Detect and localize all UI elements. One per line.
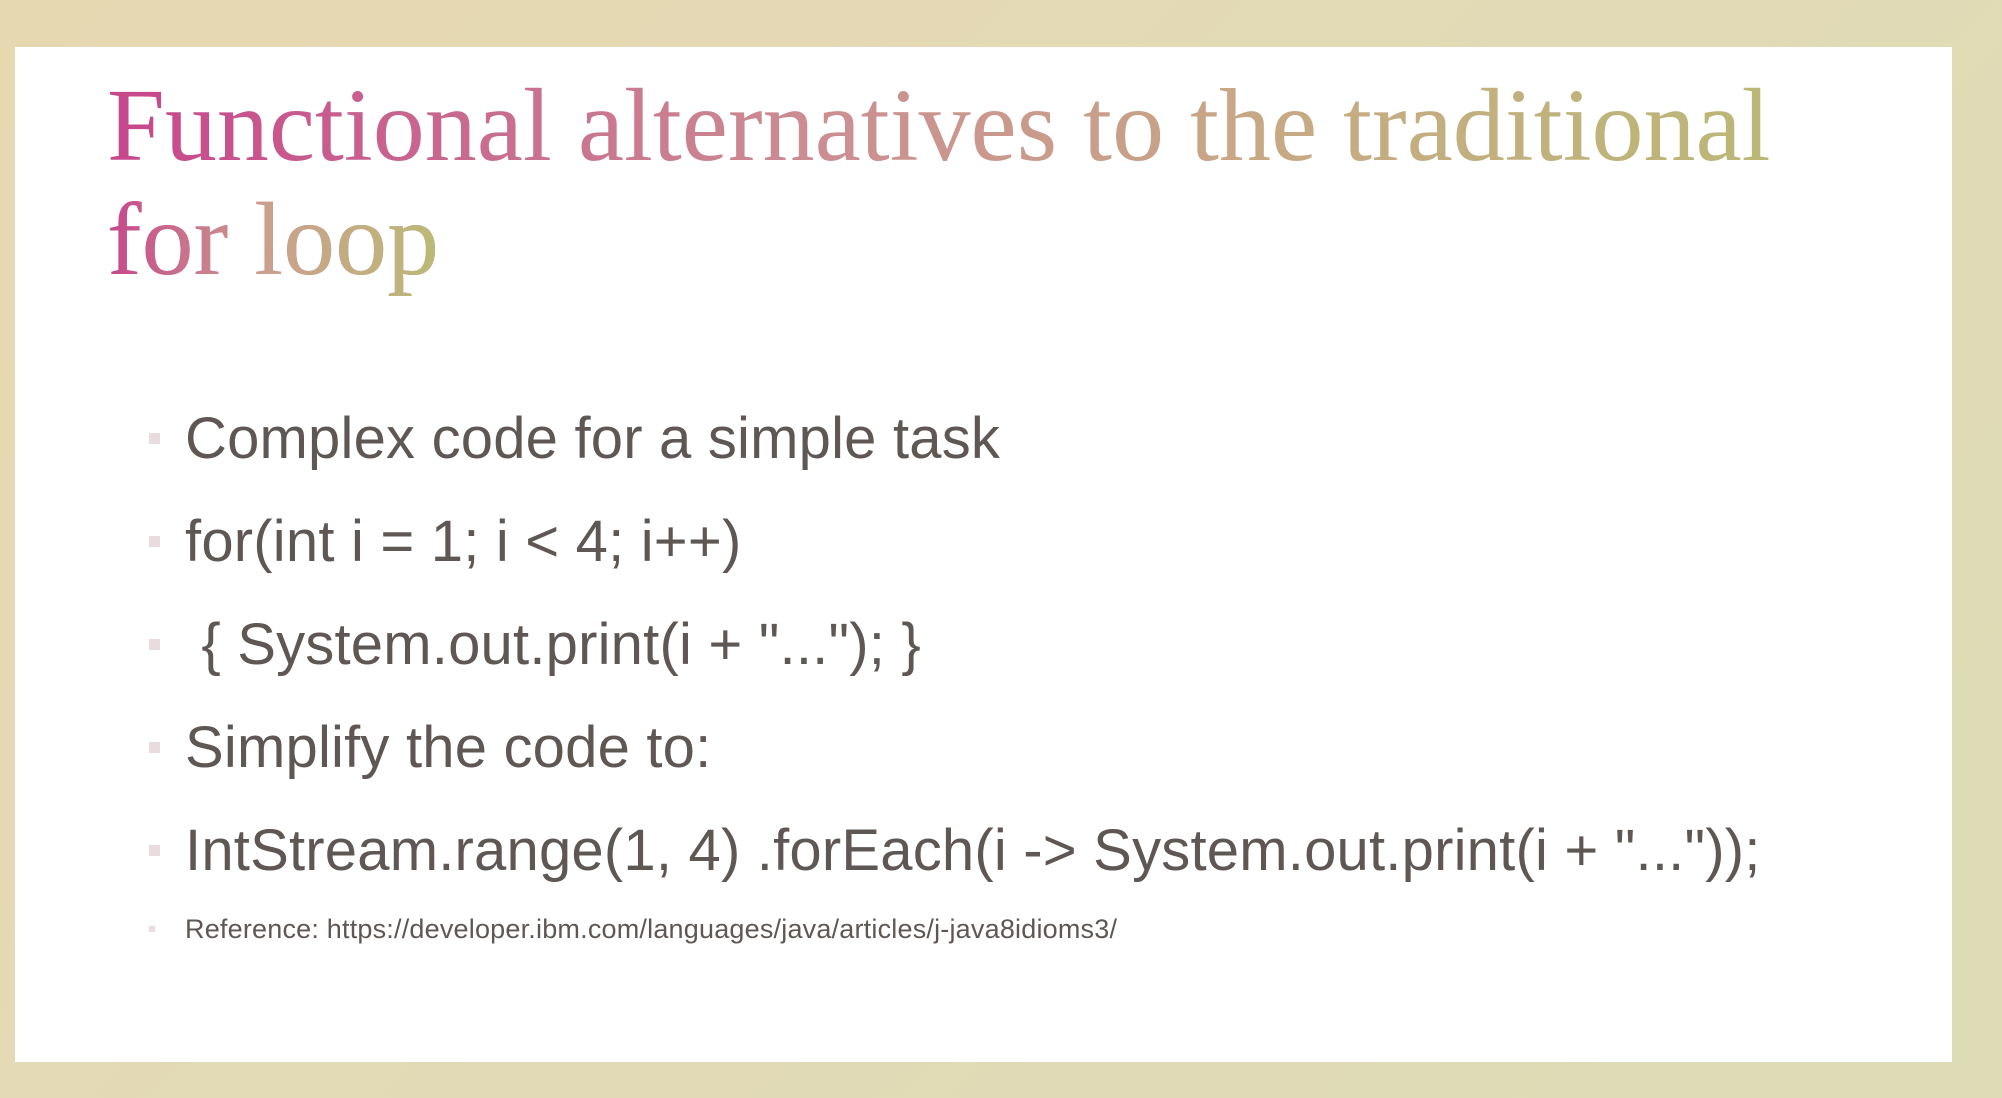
bullet-marker-icon [149, 433, 160, 444]
bullet-marker-icon [149, 926, 155, 932]
bullet-item: IntStream.range(1, 4) .forEach(i -> Syst… [149, 799, 1761, 902]
reference-item: Reference: https://developer.ibm.com/lan… [149, 902, 1761, 956]
slide-title-line-1: Functional alternatives to the tradition… [107, 68, 1771, 183]
slide-title-line-2: for loop [107, 183, 457, 297]
bullet-item: Complex code for a simple task [149, 387, 1761, 490]
bullet-item: { System.out.print(i + "..."); } [149, 593, 1761, 696]
bullet-list: Complex code for a simple task for(int i… [149, 387, 1761, 956]
bullet-marker-icon [149, 536, 160, 547]
bullet-text: { System.out.print(i + "..."); } [185, 612, 921, 677]
slide-title: Functional alternatives to the tradition… [107, 69, 1927, 297]
bullet-text: IntStream.range(1, 4) .forEach(i -> Syst… [185, 818, 1761, 883]
slide-card: Functional alternatives to the tradition… [15, 47, 1952, 1062]
bullet-text: for(int i = 1; i < 4; i++) [185, 509, 742, 574]
bullet-marker-icon [149, 742, 160, 753]
bullet-marker-icon [149, 639, 160, 650]
bullet-text: Simplify the code to: [185, 715, 712, 780]
bullet-item: for(int i = 1; i < 4; i++) [149, 490, 1761, 593]
reference-text: Reference: https://developer.ibm.com/lan… [185, 913, 1118, 944]
bullet-marker-icon [149, 845, 160, 856]
bullet-text: Complex code for a simple task [185, 406, 1001, 471]
bullet-item: Simplify the code to: [149, 696, 1761, 799]
